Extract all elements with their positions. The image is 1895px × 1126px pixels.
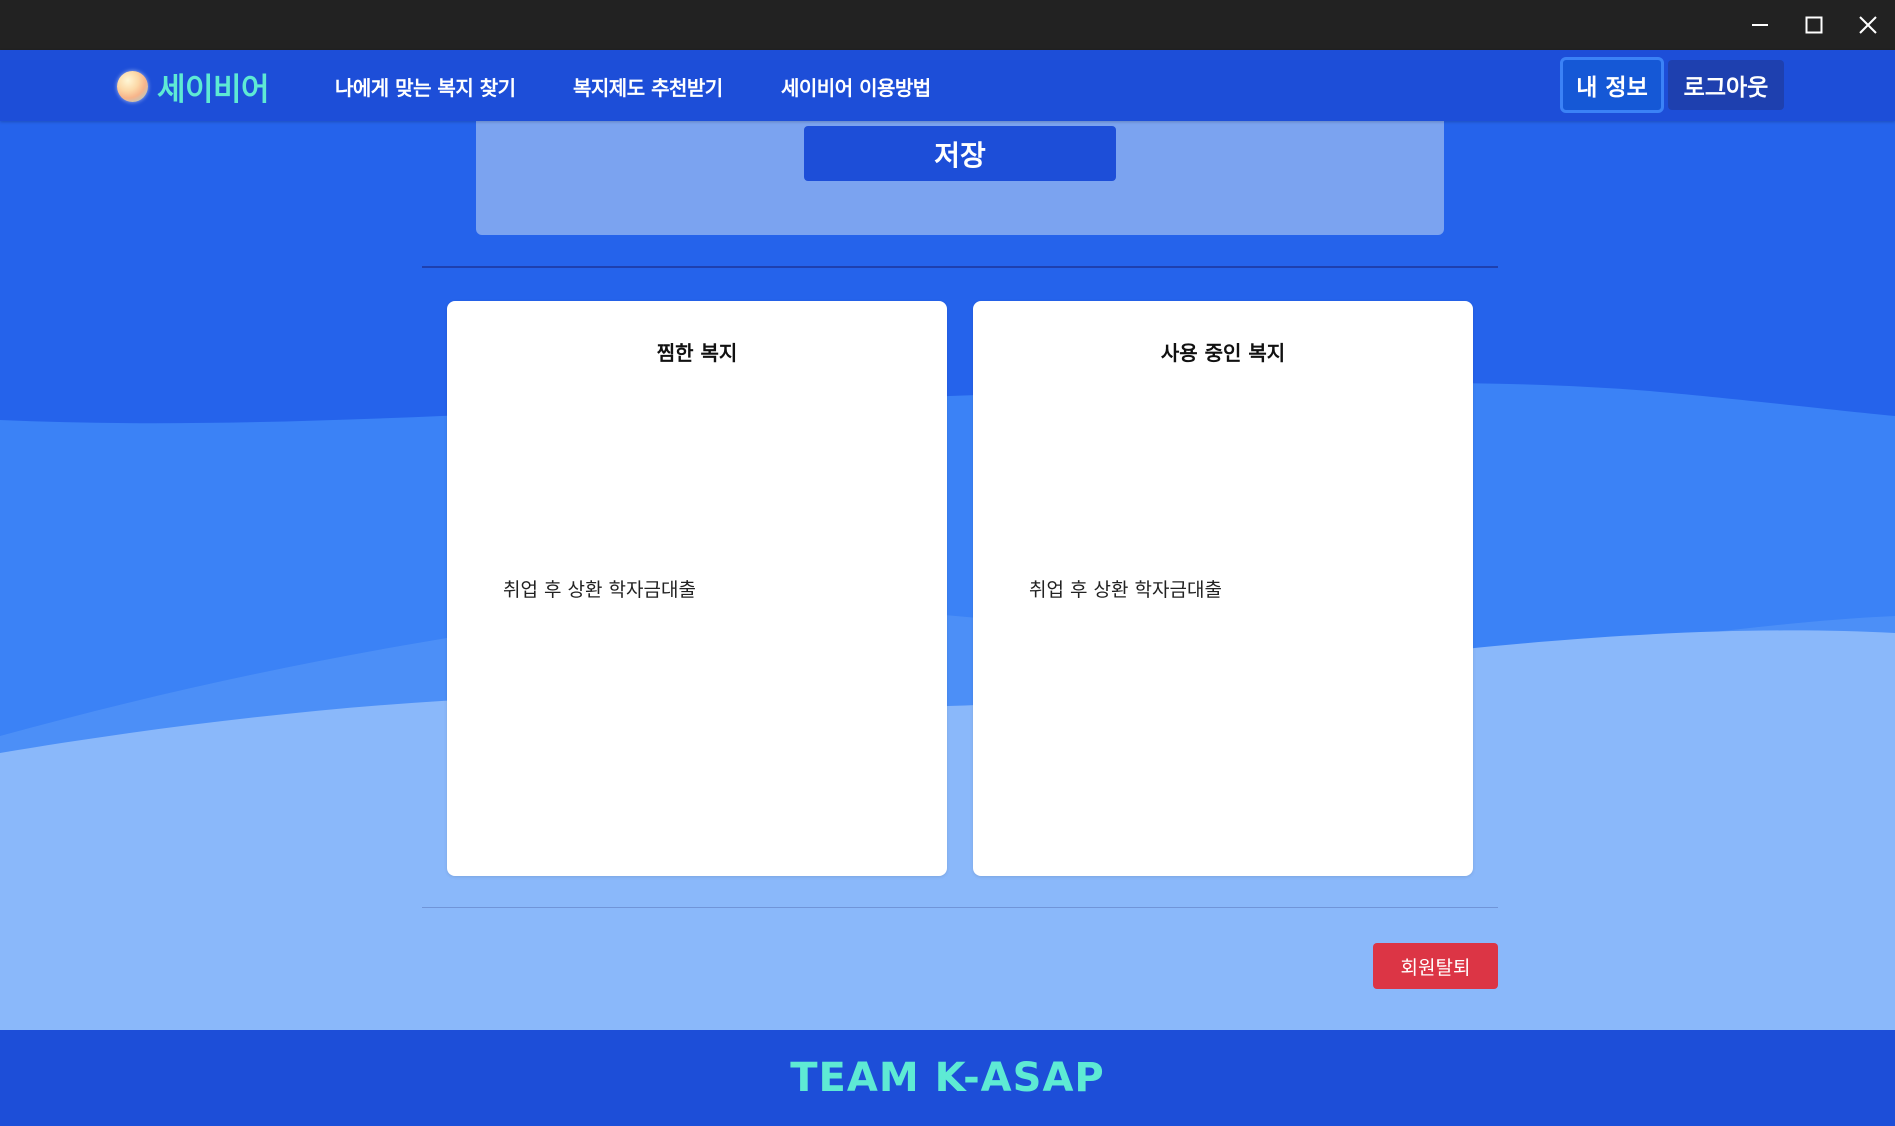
divider-top (422, 266, 1498, 268)
card-in-use-welfare: 사용 중인 복지 취업 후 상환 학자금대출 (973, 301, 1473, 876)
welfare-item[interactable]: 취업 후 상환 학자금대출 (1029, 575, 1222, 602)
close-icon[interactable] (1841, 0, 1895, 50)
logout-button[interactable]: 로그아웃 (1668, 60, 1784, 110)
card-title-bookmarked: 찜한 복지 (656, 341, 738, 365)
window-titlebar (0, 0, 1895, 50)
maximize-icon[interactable] (1787, 0, 1841, 50)
minimize-icon[interactable] (1733, 0, 1787, 50)
divider-bottom (422, 907, 1498, 908)
footer: TEAM K-ASAP (0, 1030, 1895, 1126)
withdraw-button[interactable]: 회원탈퇴 (1373, 943, 1498, 989)
background-waves (0, 121, 1895, 1030)
my-info-button[interactable]: 내 정보 (1560, 57, 1664, 113)
welfare-item[interactable]: 취업 후 상환 학자금대출 (503, 575, 696, 602)
footer-team-name: TEAM K-ASAP (790, 1055, 1105, 1101)
logo-orb-icon (117, 70, 148, 102)
nav-link-how-to-use[interactable]: 세이비어 이용방법 (781, 72, 931, 101)
card-bookmarked-welfare: 찜한 복지 취업 후 상환 학자금대출 (447, 301, 947, 876)
nav-link-find-welfare[interactable]: 나에게 맞는 복지 찾기 (335, 72, 516, 101)
save-button[interactable]: 저장 (804, 126, 1116, 181)
logo-text: 세이비어 (157, 71, 270, 108)
logo[interactable]: 세이비어 (117, 66, 270, 108)
nav-link-recommend[interactable]: 복지제도 추천받기 (573, 72, 723, 101)
card-title-in-use: 사용 중인 복지 (1160, 341, 1286, 365)
